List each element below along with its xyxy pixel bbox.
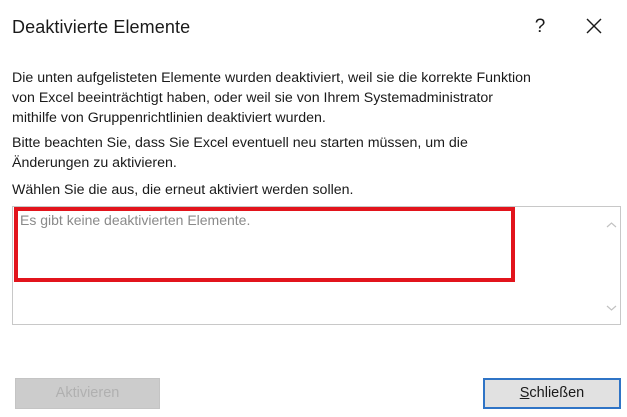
activate-button[interactable]: Aktivieren — [15, 378, 160, 409]
close-icon[interactable] — [580, 12, 608, 40]
close-button-accelerator: S — [519, 385, 530, 401]
description-paragraph: Die unten aufgelisteten Elemente wurden … — [12, 70, 531, 126]
chevron-up-icon[interactable] — [603, 217, 620, 234]
help-button[interactable]: ? — [530, 16, 550, 38]
close-button-label: chließen — [529, 385, 585, 401]
chevron-down-icon[interactable] — [603, 299, 620, 316]
disabled-items-list[interactable]: Es gibt keine deaktivierten Elemente. — [12, 206, 621, 325]
close-button[interactable]: Schließen — [483, 378, 621, 409]
selection-instruction: Wählen Sie die aus, die erneut aktiviert… — [12, 182, 354, 198]
dialog-title: Deaktivierte Elemente — [12, 17, 191, 37]
disabled-items-dialog: Deaktivierte Elemente ? Die unten aufgel… — [0, 0, 627, 417]
empty-list-message: Es gibt keine deaktivierten Elemente. — [20, 212, 251, 228]
restart-note: Bitte beachten Sie, dass Sie Excel event… — [12, 135, 468, 171]
title-bar: Deaktivierte Elemente ? — [0, 0, 627, 56]
vertical-scrollbar[interactable] — [603, 207, 620, 324]
